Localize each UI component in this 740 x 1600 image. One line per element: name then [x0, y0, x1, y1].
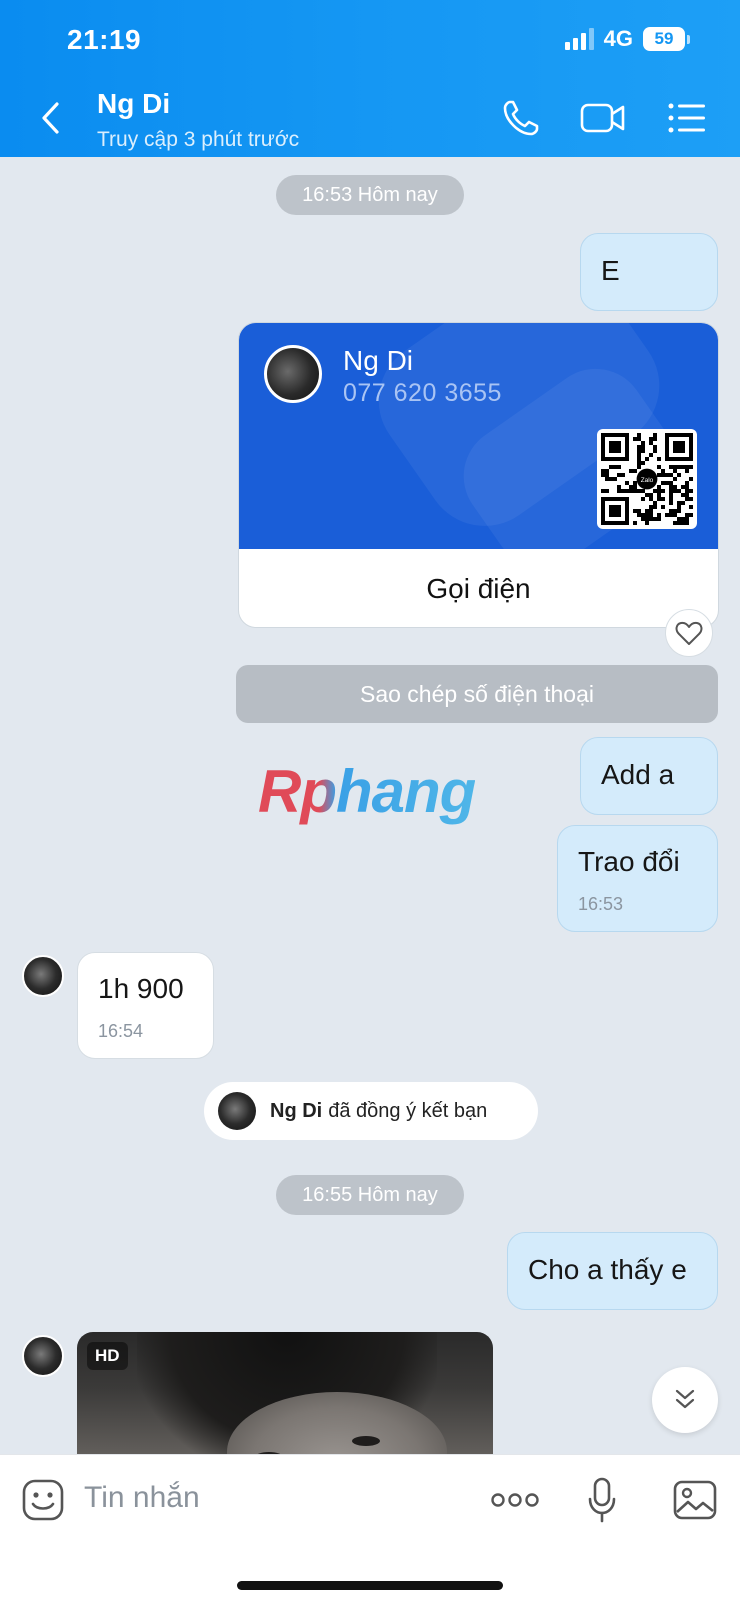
qr-code-icon: Zalo [601, 433, 693, 525]
message-text: Cho a thấy e [528, 1254, 687, 1285]
message-input-bar: Tin nhắn [0, 1454, 740, 1600]
message-text: Trao đổi [578, 846, 680, 877]
sticker-button[interactable] [20, 1477, 66, 1523]
contact-card[interactable]: Ng Di 077 620 3655 Zalo Gọi điện [238, 322, 719, 628]
message-bubble-outgoing[interactable]: Cho a thấy e [507, 1232, 718, 1310]
avatar [218, 1092, 256, 1130]
battery-level: 59 [643, 27, 685, 51]
image-icon [673, 1480, 717, 1520]
message-bubble-outgoing[interactable]: Trao đổi 16:53 [557, 825, 718, 932]
signal-icon [564, 28, 594, 50]
message-input[interactable]: Tin nhắn [84, 1481, 200, 1515]
last-seen-status: Truy cập 3 phút trước [97, 128, 300, 151]
contact-card-name: Ng Di [343, 345, 414, 376]
list-menu-icon [668, 103, 705, 133]
avatar [264, 345, 322, 403]
double-chevron-down-icon [675, 1389, 695, 1409]
more-dots-icon [491, 1493, 539, 1507]
status-time: 21:19 [67, 24, 142, 55]
avatar[interactable] [22, 1335, 64, 1377]
chat-header: 21:19 4G 59 Ng Di Truy cập 3 phút trước [0, 0, 740, 157]
battery-icon: 59 [643, 27, 690, 51]
qr-label: Zalo [641, 477, 654, 484]
message-bubble-incoming[interactable]: 1h 900 16:54 [77, 952, 214, 1059]
scroll-to-bottom-button[interactable] [652, 1367, 718, 1433]
more-options-button[interactable] [490, 1477, 540, 1523]
friend-accepted-notice: Ng Di đã đồng ý kết bạn [204, 1082, 538, 1140]
chevron-left-icon [42, 102, 59, 134]
friend-name: Ng Di [270, 1099, 323, 1122]
contact-name[interactable]: Ng Di [97, 88, 170, 120]
message-bubble-outgoing[interactable]: E [580, 233, 718, 311]
message-list[interactable]: 16:53 Hôm nay E Ng Di 077 620 3655 Zalo … [0, 157, 740, 1454]
message-time: 16:53 [578, 894, 624, 914]
video-camera-icon [580, 103, 625, 133]
copy-phone-button[interactable]: Sao chép số điện thoại [236, 665, 718, 723]
contact-card-header: Ng Di 077 620 3655 Zalo [239, 323, 718, 549]
friend-notice-text: đã đồng ý kết bạn [328, 1099, 488, 1122]
call-button[interactable]: Gọi điện [239, 549, 718, 627]
message-text: E [601, 255, 620, 286]
video-call-button[interactable] [578, 96, 628, 140]
message-text: Add a [601, 759, 675, 790]
message-text: 1h 900 [98, 973, 184, 1004]
microphone-icon [588, 1477, 616, 1523]
network-type: 4G [603, 26, 633, 51]
voice-record-button[interactable] [585, 1477, 619, 1523]
time-divider: 16:55 Hôm nay [276, 1175, 464, 1215]
sticker-emoji-icon [22, 1479, 64, 1521]
voice-call-button[interactable] [496, 96, 546, 140]
menu-button[interactable] [662, 96, 712, 140]
avatar[interactable] [22, 955, 64, 997]
contact-card-phone: 077 620 3655 [343, 379, 502, 407]
status-indicators: 4G 59 [564, 26, 690, 52]
phone-icon [503, 100, 539, 136]
gallery-button[interactable] [672, 1477, 718, 1523]
time-divider: 16:53 Hôm nay [276, 175, 464, 215]
react-heart-button[interactable] [665, 609, 713, 657]
home-indicator [237, 1581, 503, 1590]
hd-badge: HD [87, 1342, 128, 1370]
heart-icon [675, 621, 703, 645]
photo-message[interactable]: HD [77, 1332, 493, 1454]
qr-code[interactable]: Zalo [597, 429, 697, 529]
message-time: 16:54 [98, 1021, 144, 1041]
back-button[interactable] [30, 96, 70, 140]
message-bubble-outgoing[interactable]: Add a [580, 737, 718, 815]
watermark-logo: Rphang [258, 758, 476, 825]
